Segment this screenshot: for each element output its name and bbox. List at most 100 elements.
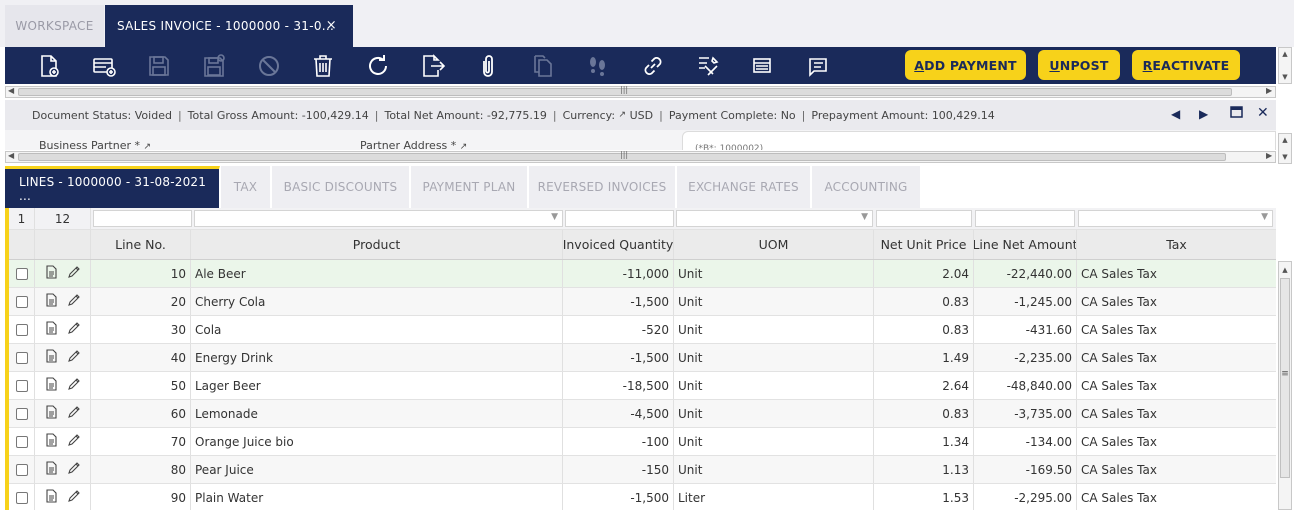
table-row[interactable]: 50 Lager Beer -18,500 Unit 2.64 -48,840.00 CA … bbox=[9, 372, 1276, 400]
grid-view-icon[interactable] bbox=[749, 52, 777, 80]
form-horizontal-scrollbar[interactable]: ◀ ||| ▶ bbox=[5, 150, 1276, 163]
table-row[interactable]: 20 Cherry Cola -1,500 Unit 0.83 -1,245.00 CA S… bbox=[9, 288, 1276, 316]
column-header-invoiced-quantity[interactable]: Invoiced Quantity bbox=[563, 230, 674, 259]
save-icon[interactable] bbox=[145, 52, 173, 80]
row-actions bbox=[35, 400, 91, 427]
row-checkbox[interactable] bbox=[9, 456, 35, 483]
column-header-tax[interactable]: Tax bbox=[1077, 230, 1276, 259]
cell-tax: CA Sales Tax bbox=[1077, 400, 1276, 427]
filter-net-unit-price[interactable] bbox=[876, 210, 972, 227]
form-view-icon[interactable] bbox=[44, 321, 58, 338]
filter-uom[interactable]: ▼ bbox=[676, 210, 873, 227]
link-icon[interactable] bbox=[639, 52, 667, 80]
edit-icon[interactable] bbox=[67, 377, 81, 394]
row-checkbox[interactable] bbox=[9, 260, 35, 287]
row-checkbox[interactable] bbox=[9, 316, 35, 343]
cell-line-no: 60 bbox=[91, 400, 191, 427]
edit-icon[interactable] bbox=[67, 405, 81, 422]
row-checkbox[interactable] bbox=[9, 428, 35, 455]
table-row[interactable]: 90 Plain Water -1,500 Liter 1.53 -2,295.00 CA … bbox=[9, 484, 1276, 510]
edit-icon[interactable] bbox=[67, 433, 81, 450]
row-checkbox[interactable] bbox=[9, 400, 35, 427]
grid-scrollbar[interactable]: ▲ ≡ bbox=[1278, 261, 1292, 510]
cell-line-net-amount: -1,245.00 bbox=[974, 288, 1077, 315]
close-record-icon[interactable]: ✕ bbox=[1257, 105, 1269, 121]
audit-trail-icon[interactable] bbox=[584, 52, 612, 80]
column-header-product[interactable]: Product bbox=[191, 230, 563, 259]
next-record-icon[interactable]: ▶ bbox=[1199, 107, 1208, 121]
edit-icon[interactable] bbox=[67, 265, 81, 282]
tab-accounting[interactable]: ACCOUNTING bbox=[812, 166, 921, 208]
column-header-line-net-amount[interactable]: Line Net Amount bbox=[974, 230, 1077, 259]
business-partner-field[interactable]: (*B*: 1000002) bbox=[682, 131, 1276, 150]
tab-lines[interactable]: LINES - 1000000 - 31-08-2021 ... bbox=[5, 166, 220, 208]
edit-icon[interactable] bbox=[67, 489, 81, 506]
edit-icon[interactable] bbox=[67, 461, 81, 478]
document-status-value: Voided bbox=[134, 108, 172, 122]
table-row[interactable]: 10 Ale Beer -11,000 Unit 2.04 -22,440.00 CA Sa… bbox=[9, 260, 1276, 288]
currency-link-icon[interactable]: ↗ bbox=[619, 110, 627, 120]
notes-icon[interactable] bbox=[804, 52, 832, 80]
toolbar-horizontal-scrollbar[interactable]: ◀ ||| ▶ bbox=[5, 85, 1276, 98]
edit-icon[interactable] bbox=[67, 293, 81, 310]
tab-payment-plan[interactable]: PAYMENT PLAN bbox=[411, 166, 528, 208]
new-row-icon[interactable] bbox=[90, 52, 118, 80]
table-row[interactable]: 30 Cola -520 Unit 0.83 -431.60 CA Sales Tax bbox=[9, 316, 1276, 344]
form-view-icon[interactable] bbox=[44, 349, 58, 366]
tab-basic-discounts[interactable]: BASIC DISCOUNTS bbox=[272, 166, 410, 208]
save-close-icon[interactable] bbox=[200, 52, 228, 80]
attachment-icon[interactable] bbox=[474, 52, 502, 80]
table-row[interactable]: 80 Pear Juice -150 Unit 1.13 -169.50 CA Sales … bbox=[9, 456, 1276, 484]
toolbar-scrollbar[interactable]: ▲ ▼ bbox=[1278, 47, 1292, 84]
refresh-icon[interactable] bbox=[364, 52, 392, 80]
close-tab-icon[interactable]: × bbox=[326, 18, 337, 33]
cell-net-unit-price: 1.13 bbox=[874, 456, 974, 483]
export-icon[interactable] bbox=[419, 52, 447, 80]
filter-tax[interactable]: ▼ bbox=[1078, 210, 1273, 227]
form-view-icon[interactable] bbox=[44, 293, 58, 310]
row-checkbox[interactable] bbox=[9, 344, 35, 371]
cell-uom: Unit bbox=[674, 456, 874, 483]
currency-value[interactable]: USD bbox=[630, 109, 654, 122]
tools-icon[interactable] bbox=[694, 52, 722, 80]
form-scrollbar[interactable]: ▲ ▼ bbox=[1278, 133, 1292, 164]
form-view-icon[interactable] bbox=[44, 461, 58, 478]
tab-exchange-rates[interactable]: EXCHANGE RATES bbox=[677, 166, 811, 208]
table-row[interactable]: 40 Energy Drink -1,500 Unit 1.49 -2,235.00 CA … bbox=[9, 344, 1276, 372]
cell-invoiced-quantity: -1,500 bbox=[563, 484, 674, 510]
row-checkbox[interactable] bbox=[9, 288, 35, 315]
form-view-icon[interactable] bbox=[44, 377, 58, 394]
form-view-icon[interactable] bbox=[44, 265, 58, 282]
reactivate-button[interactable]: R EACTIVATE bbox=[1132, 50, 1240, 80]
new-document-icon[interactable] bbox=[35, 52, 63, 80]
undo-icon[interactable] bbox=[255, 52, 283, 80]
form-view-icon[interactable] bbox=[44, 405, 58, 422]
add-payment-button[interactable]: A DD PAYMENT bbox=[905, 50, 1026, 80]
previous-record-icon[interactable]: ◀ bbox=[1171, 107, 1180, 121]
column-header-line-no[interactable]: Line No. bbox=[91, 230, 191, 259]
column-header-net-unit-price[interactable]: Net Unit Price bbox=[874, 230, 974, 259]
tab-sales-invoice[interactable]: SALES INVOICE - 1000000 - 31-0... × bbox=[105, 5, 353, 47]
edit-icon[interactable] bbox=[67, 321, 81, 338]
cell-line-net-amount: -169.50 bbox=[974, 456, 1077, 483]
row-checkbox[interactable] bbox=[9, 484, 35, 510]
table-row[interactable]: 60 Lemonade -4,500 Unit 0.83 -3,735.00 CA Sale… bbox=[9, 400, 1276, 428]
tab-reversed-invoices[interactable]: REVERSED INVOICES bbox=[529, 166, 676, 208]
form-view-icon[interactable] bbox=[44, 433, 58, 450]
unpost-button[interactable]: U NPOST bbox=[1038, 50, 1120, 80]
delete-icon[interactable] bbox=[309, 52, 337, 80]
tab-tax[interactable]: TAX bbox=[221, 166, 271, 208]
column-header-uom[interactable]: UOM bbox=[674, 230, 874, 259]
form-view-icon[interactable] bbox=[44, 489, 58, 506]
tab-workspace[interactable]: WORKSPACE bbox=[5, 5, 104, 47]
filter-product[interactable]: ▼ bbox=[194, 210, 563, 227]
table-row[interactable]: 70 Orange Juice bio -100 Unit 1.34 -134.00 CA … bbox=[9, 428, 1276, 456]
filter-line-no[interactable] bbox=[93, 210, 192, 227]
copy-record-icon[interactable] bbox=[529, 52, 557, 80]
maximize-icon[interactable] bbox=[1230, 106, 1243, 121]
cell-tax: CA Sales Tax bbox=[1077, 260, 1276, 287]
filter-line-net-amount[interactable] bbox=[975, 210, 1075, 227]
row-checkbox[interactable] bbox=[9, 372, 35, 399]
filter-invoiced-quantity[interactable] bbox=[565, 210, 674, 227]
edit-icon[interactable] bbox=[67, 349, 81, 366]
